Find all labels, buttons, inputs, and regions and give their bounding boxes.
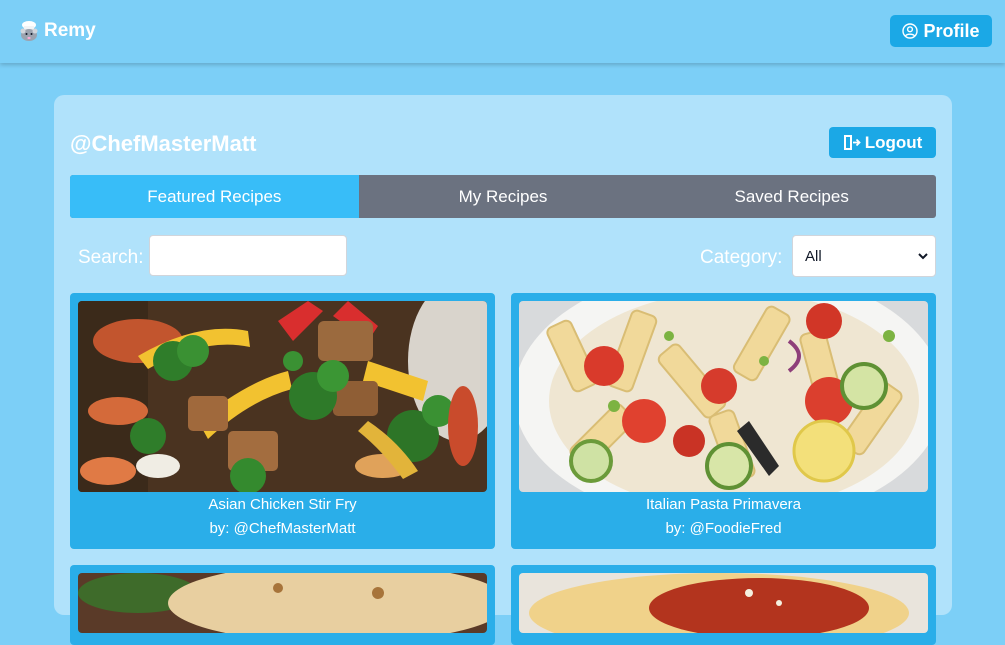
profile-button-label: Profile bbox=[923, 20, 980, 41]
logout-button[interactable]: Logout bbox=[829, 127, 936, 158]
logout-icon bbox=[843, 135, 861, 150]
top-navbar: Remy Profile bbox=[0, 0, 1005, 63]
recipe-card[interactable]: Asian Chicken Stir Fry by: @ChefMasterMa… bbox=[70, 293, 495, 549]
category-label: Category: bbox=[700, 247, 783, 268]
pasta-primavera-photo bbox=[519, 301, 928, 492]
tab-featured-recipes[interactable]: Featured Recipes bbox=[70, 175, 359, 218]
tab-my-recipes[interactable]: My Recipes bbox=[359, 175, 648, 218]
search-label: Search: bbox=[78, 247, 144, 268]
logout-button-label: Logout bbox=[864, 132, 923, 152]
search-input[interactable] bbox=[149, 235, 347, 276]
tab-saved-recipes[interactable]: Saved Recipes bbox=[647, 175, 936, 218]
recipe-author: by: @FoodieFred bbox=[665, 520, 782, 537]
chef-rat-icon bbox=[17, 19, 41, 43]
recipe-title: Asian Chicken Stir Fry bbox=[208, 496, 357, 513]
category-selected-value: All bbox=[805, 247, 822, 265]
username-heading: @ChefMasterMatt bbox=[70, 131, 257, 156]
recipe-tabs: Featured Recipes My Recipes Saved Recipe… bbox=[70, 175, 936, 218]
recipe-card[interactable] bbox=[511, 565, 936, 645]
recipe-card[interactable] bbox=[70, 565, 495, 645]
recipe-title: Italian Pasta Primavera bbox=[645, 496, 802, 513]
user-circle-icon bbox=[902, 23, 919, 39]
recipe-card[interactable]: Italian Pasta Primavera by: @FoodieFred bbox=[511, 293, 936, 549]
recipe-author: by: @ChefMasterMatt bbox=[209, 520, 356, 537]
category-select[interactable]: All bbox=[792, 235, 936, 277]
tortilla-photo bbox=[78, 573, 487, 633]
chevron-down-icon bbox=[918, 253, 928, 260]
brand-name: Remy bbox=[44, 20, 96, 41]
brand-logo[interactable]: Remy bbox=[17, 19, 96, 43]
profile-button[interactable]: Profile bbox=[890, 15, 992, 47]
pasta-sauce-photo bbox=[519, 573, 928, 633]
stir-fry-photo bbox=[78, 301, 487, 492]
